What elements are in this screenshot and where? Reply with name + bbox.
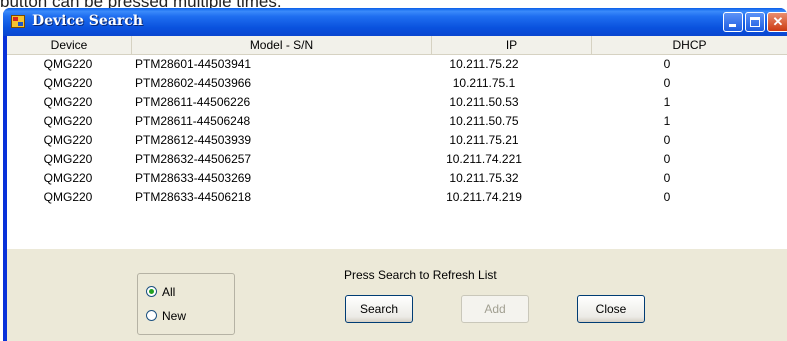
table-row[interactable]: QMG220 PTM28632-44506257 10.211.74.221 0 xyxy=(7,150,787,169)
title-bar[interactable]: Device Search ✕ xyxy=(3,8,787,36)
table-row[interactable]: QMG220 PTM28611-44506226 10.211.50.53 1 xyxy=(7,93,787,112)
minimize-button[interactable] xyxy=(723,12,743,32)
cell-device: QMG220 xyxy=(43,95,93,109)
cell-model-sn: PTM28633-44506218 xyxy=(135,190,252,204)
table-row[interactable]: QMG220 PTM28633-44506218 10.211.74.219 0 xyxy=(7,188,787,207)
radio-all-label[interactable]: All xyxy=(162,285,175,299)
cell-device: QMG220 xyxy=(43,133,93,147)
table-row[interactable]: QMG220 PTM28633-44503269 10.211.75.32 0 xyxy=(7,169,787,188)
maximize-button[interactable] xyxy=(745,12,765,32)
cell-ip: 10.211.74.219 xyxy=(446,190,522,204)
device-list[interactable]: Device Model - S/N IP DHCP QMG220 PTM2860… xyxy=(7,36,787,249)
cell-dhcp: 0 xyxy=(663,190,671,204)
cell-dhcp: 0 xyxy=(663,76,671,90)
cell-ip: 10.211.75.22 xyxy=(449,57,519,71)
column-header-model-sn[interactable]: Model - S/N xyxy=(132,36,432,54)
refresh-hint-label: Press Search to Refresh List xyxy=(344,268,497,282)
cell-ip: 10.211.50.53 xyxy=(449,95,519,109)
cell-dhcp: 0 xyxy=(663,152,671,166)
maximize-icon xyxy=(750,17,760,27)
cell-dhcp: 0 xyxy=(663,133,671,147)
radio-new[interactable]: New xyxy=(146,309,226,325)
close-window-button[interactable]: ✕ xyxy=(767,12,787,32)
cell-ip: 10.211.74.221 xyxy=(446,152,522,166)
search-button[interactable]: Search xyxy=(345,295,413,323)
window-title: Device Search xyxy=(32,13,143,29)
column-header-dhcp[interactable]: DHCP xyxy=(592,36,787,54)
cell-device: QMG220 xyxy=(43,190,93,204)
cell-model-sn: PTM28611-44506248 xyxy=(135,114,251,128)
table-row[interactable]: QMG220 PTM28611-44506248 10.211.50.75 1 xyxy=(7,112,787,131)
page-caption-fragment: button can be pressed multiple times. xyxy=(0,0,787,8)
close-icon: ✕ xyxy=(772,14,784,29)
window-client-area: Device Model - S/N IP DHCP QMG220 PTM2860… xyxy=(7,36,787,341)
cell-model-sn: PTM28601-44503941 xyxy=(135,57,252,71)
radio-all[interactable]: All xyxy=(146,285,226,301)
column-header-ip[interactable]: IP xyxy=(432,36,592,54)
cell-model-sn: PTM28602-44503966 xyxy=(135,76,252,90)
cell-model-sn: PTM28611-44506226 xyxy=(135,95,251,109)
cell-model-sn: PTM28633-44503269 xyxy=(135,171,252,185)
cell-ip: 10.211.50.75 xyxy=(449,114,519,128)
radio-new-label[interactable]: New xyxy=(162,309,186,323)
app-icon[interactable] xyxy=(11,15,25,28)
table-row[interactable]: QMG220 PTM28602-44503966 10.211.75.1 0 xyxy=(7,74,787,93)
table-row[interactable]: QMG220 PTM28612-44503939 10.211.75.21 0 xyxy=(7,131,787,150)
close-button[interactable]: Close xyxy=(577,295,645,323)
radio-new-indicator[interactable] xyxy=(146,310,157,321)
add-button[interactable]: Add xyxy=(461,295,529,323)
minimize-icon xyxy=(729,24,736,27)
cell-device: QMG220 xyxy=(43,114,93,128)
filter-groupbox: All New xyxy=(137,273,235,335)
list-header: Device Model - S/N IP DHCP xyxy=(7,36,787,55)
cell-device: QMG220 xyxy=(43,57,93,71)
column-header-device[interactable]: Device xyxy=(7,36,132,54)
cell-dhcp: 1 xyxy=(663,114,671,128)
cell-device: QMG220 xyxy=(43,171,93,185)
table-row[interactable]: QMG220 PTM28601-44503941 10.211.75.22 0 xyxy=(7,55,787,74)
cell-dhcp: 0 xyxy=(663,171,671,185)
cell-device: QMG220 xyxy=(43,152,93,166)
cell-dhcp: 0 xyxy=(663,57,671,71)
cell-model-sn: PTM28632-44506257 xyxy=(135,152,252,166)
cell-ip: 10.211.75.1 xyxy=(452,76,516,90)
cell-device: QMG220 xyxy=(43,76,93,90)
cell-ip: 10.211.75.21 xyxy=(449,133,519,147)
cell-ip: 10.211.75.32 xyxy=(449,171,519,185)
radio-all-indicator[interactable] xyxy=(146,286,157,297)
device-search-window: Device Search ✕ Device Model - S/N IP DH… xyxy=(3,8,787,341)
cell-dhcp: 1 xyxy=(663,95,671,109)
cell-model-sn: PTM28612-44503939 xyxy=(135,133,252,147)
